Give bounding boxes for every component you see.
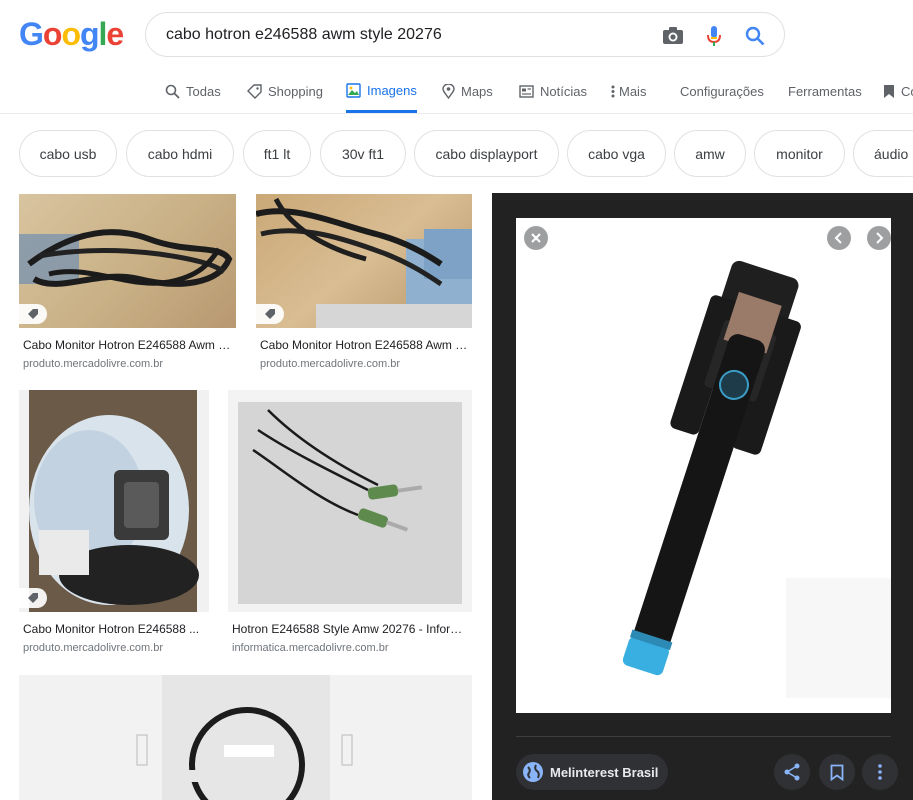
tag-icon <box>247 84 262 99</box>
tab-label: Mais <box>619 84 647 99</box>
tab-label: Imagens <box>367 82 417 98</box>
chip[interactable]: cabo usb <box>19 130 117 177</box>
bookmark-icon <box>883 84 895 99</box>
result-source: produto.mercadolivre.com.br <box>23 358 164 370</box>
tab-imagens[interactable]: Imagens <box>346 70 417 113</box>
image-icon <box>346 82 361 98</box>
product-tag-icon <box>19 304 47 324</box>
result-title: Cabo Monitor Hotron E246588 Awm Style ..… <box>260 338 468 352</box>
map-pin-icon <box>442 84 455 99</box>
tab-shopping[interactable]: Shopping <box>247 70 323 113</box>
tab-label: Shopping <box>268 84 323 99</box>
image-results-grid: Cabo Monitor Hotron E246588 Awm Style ..… <box>0 190 490 800</box>
result-title: Hotron E246588 Style Amw 20276 - Informá… <box>232 622 470 636</box>
close-icon[interactable] <box>524 226 548 250</box>
tab-label: Configurações <box>680 84 764 99</box>
product-tag-icon <box>256 304 284 324</box>
result-thumbnail <box>19 675 472 800</box>
tab-label: Notícias <box>540 84 587 99</box>
logo-letter: g <box>79 16 100 52</box>
camera-icon[interactable] <box>661 24 685 48</box>
result-title: Cabo Monitor Hotron E246588 ... <box>23 622 200 636</box>
image-preview-panel: Melinterest Brasil <box>492 193 913 800</box>
source-site-label: Melinterest Brasil <box>550 764 659 780</box>
bookmark-icon[interactable] <box>819 754 855 790</box>
result-source: informatica.mercadolivre.com.br <box>232 642 389 654</box>
google-logo[interactable]: Google <box>19 16 124 53</box>
preview-image[interactable] <box>516 218 891 713</box>
tab-label: Coleções <box>901 84 913 99</box>
tab-configuracoes[interactable]: Configurações <box>680 70 764 113</box>
news-icon <box>519 85 534 98</box>
logo-letter: o <box>61 16 81 52</box>
source-site-chip[interactable]: Melinterest Brasil <box>516 754 669 790</box>
search-input[interactable] <box>166 24 646 46</box>
share-icon[interactable] <box>774 754 810 790</box>
search-icon <box>165 84 180 99</box>
chip[interactable]: amw <box>674 130 746 177</box>
chip[interactable]: monitor <box>754 130 845 177</box>
result-thumbnail <box>256 194 472 328</box>
result-thumbnail <box>228 390 472 612</box>
tab-mais[interactable]: Mais <box>611 70 646 113</box>
tab-todas[interactable]: Todas <box>165 70 221 113</box>
tab-label: Todas <box>186 84 221 99</box>
image-result[interactable]: Hotron E246588 Style Amw 20276 - Informá… <box>228 390 472 660</box>
image-result[interactable] <box>19 675 472 800</box>
tab-maps[interactable]: Maps <box>442 70 493 113</box>
chip[interactable]: ft1 lt <box>243 130 311 177</box>
result-thumbnail <box>19 194 236 328</box>
image-result[interactable]: Cabo Monitor Hotron E246588 ... produto.… <box>19 390 209 660</box>
chip[interactable]: 30v ft1 <box>320 130 406 177</box>
logo-letter: e <box>106 16 124 52</box>
tab-label: Ferramentas <box>788 84 862 99</box>
more-vert-icon <box>611 85 615 98</box>
result-source: produto.mercadolivre.com.br <box>260 358 401 370</box>
image-result[interactable]: Cabo Monitor Hotron E246588 Awm Style ..… <box>256 194 472 374</box>
chip[interactable]: cabo vga <box>567 130 666 177</box>
logo-letter: o <box>42 16 63 52</box>
globe-icon <box>522 761 544 783</box>
tab-colecoes[interactable]: Coleções <box>883 70 913 113</box>
chip[interactable]: cabo displayport <box>414 130 559 177</box>
related-searches-chips: cabo usb cabo hdmi ft1 lt 30v ft1 cabo d… <box>0 128 913 180</box>
result-thumbnail <box>19 390 209 612</box>
chevron-left-icon[interactable] <box>827 226 851 250</box>
microphone-icon[interactable] <box>702 24 726 48</box>
tab-ferramentas[interactable]: Ferramentas <box>788 70 862 113</box>
more-vert-icon[interactable] <box>862 754 898 790</box>
result-source: produto.mercadolivre.com.br <box>23 642 164 654</box>
image-result[interactable]: Cabo Monitor Hotron E246588 Awm Style ..… <box>19 194 236 374</box>
chip[interactable]: áudio <box>853 130 913 177</box>
tab-noticias[interactable]: Notícias <box>519 70 587 113</box>
chip[interactable]: cabo hdmi <box>126 130 234 177</box>
logo-letter: l <box>98 16 108 52</box>
divider <box>516 736 891 737</box>
product-tag-icon <box>19 588 47 608</box>
search-box <box>145 12 785 57</box>
chevron-right-icon[interactable] <box>867 226 891 250</box>
search-tabs: Todas Shopping Imagens Maps Notícias Mai… <box>0 70 913 114</box>
logo-letter: G <box>19 16 44 52</box>
result-title: Cabo Monitor Hotron E246588 Awm Style ..… <box>23 338 231 352</box>
search-icon[interactable] <box>743 24 767 48</box>
tab-label: Maps <box>461 84 493 99</box>
